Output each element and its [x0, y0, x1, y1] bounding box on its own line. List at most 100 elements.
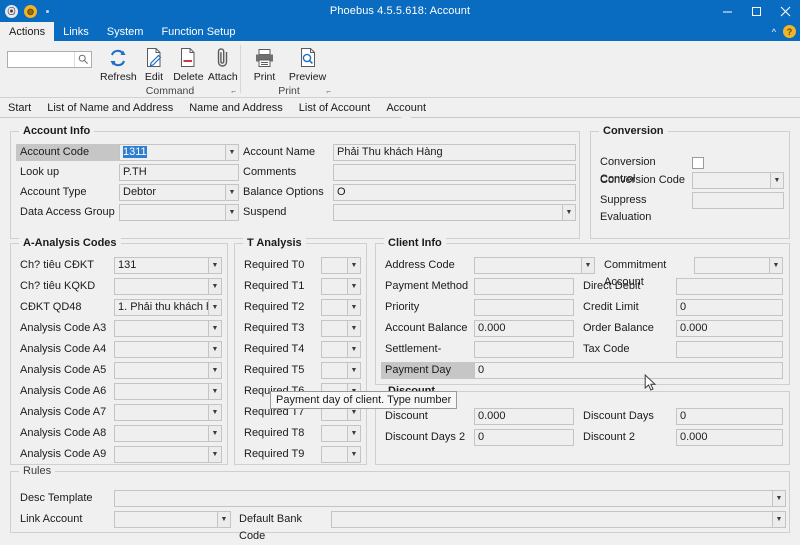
t-row-0-combo[interactable]: ▼: [321, 257, 361, 274]
balance-options-input[interactable]: O: [333, 184, 576, 201]
data-access-group-combo[interactable]: ▼: [119, 204, 239, 221]
doctab-list-of-account[interactable]: List of Account: [291, 98, 379, 118]
analysis-row-0-combo[interactable]: 131 ▼: [114, 257, 222, 274]
ribbon-tab-actions[interactable]: Actions: [0, 22, 55, 41]
analysis-row-2-value[interactable]: 1. Phải thu khách hàn: [114, 299, 208, 316]
edit-button[interactable]: Edit: [137, 43, 171, 83]
link-account-combo[interactable]: ▼: [114, 511, 231, 528]
payment-day-input[interactable]: 0: [474, 362, 783, 379]
analysis-row-7-value[interactable]: [114, 404, 208, 421]
search-icon[interactable]: [74, 52, 91, 67]
chevron-down-icon[interactable]: ▼: [347, 278, 361, 295]
commitment-account-value[interactable]: [694, 257, 769, 274]
address-code-combo[interactable]: ▼: [474, 257, 595, 274]
commitment-account-combo[interactable]: ▼: [694, 257, 783, 274]
window-controls[interactable]: [713, 0, 800, 22]
quick-access-toolbar[interactable]: ⦿ ◍: [0, 4, 49, 18]
chevron-down-icon[interactable]: ▼: [208, 278, 222, 295]
search-box[interactable]: [7, 51, 92, 68]
chevron-down-icon[interactable]: ▼: [225, 204, 239, 221]
chevron-down-icon[interactable]: ▼: [217, 511, 231, 528]
payment-method-input[interactable]: [474, 278, 574, 295]
conversion-control-checkbox[interactable]: [692, 157, 704, 169]
discount-input[interactable]: 0.000: [474, 408, 574, 425]
t-row-8-value[interactable]: [321, 425, 347, 442]
t-row-2-combo[interactable]: ▼: [321, 299, 361, 316]
comments-input[interactable]: [333, 164, 576, 181]
address-code-value[interactable]: [474, 257, 581, 274]
t-row-9-combo[interactable]: ▼: [321, 446, 361, 463]
chevron-down-icon[interactable]: ▼: [581, 257, 595, 274]
suppress-evaluation-input[interactable]: [692, 192, 784, 209]
desc-template-value[interactable]: [114, 490, 772, 507]
tag-icon[interactable]: ◍: [24, 4, 37, 18]
chevron-down-icon[interactable]: ▼: [208, 425, 222, 442]
suspend-combo[interactable]: ▼: [333, 204, 576, 221]
chevron-down-icon[interactable]: ▼: [208, 383, 222, 400]
ribbon-tab-links[interactable]: Links: [54, 22, 98, 41]
discount-2-input[interactable]: 0.000: [676, 429, 783, 446]
chevron-down-icon[interactable]: ▼: [225, 144, 239, 161]
document-tab-bar[interactable]: Start List of Name and Address Name and …: [0, 98, 800, 118]
chevron-down-icon[interactable]: ▼: [769, 257, 783, 274]
data-access-group-value[interactable]: [119, 204, 225, 221]
chevron-down-icon[interactable]: ▼: [347, 341, 361, 358]
analysis-row-9-combo[interactable]: ▼: [114, 446, 222, 463]
account-balance-input[interactable]: 0.000: [474, 320, 574, 337]
credit-limit-input[interactable]: 0: [676, 299, 783, 316]
t-row-4-value[interactable]: [321, 341, 347, 358]
link-account-value[interactable]: [114, 511, 217, 528]
analysis-row-3-value[interactable]: [114, 320, 208, 337]
ribbon-tab-function-setup[interactable]: Function Setup: [152, 22, 244, 41]
t-row-9-value[interactable]: [321, 446, 347, 463]
analysis-row-5-combo[interactable]: ▼: [114, 362, 222, 379]
chevron-down-icon[interactable]: ▼: [347, 299, 361, 316]
order-balance-input[interactable]: 0.000: [676, 320, 783, 337]
suspend-value[interactable]: [333, 204, 562, 221]
conversion-code-combo[interactable]: ▼: [692, 172, 784, 189]
ribbon-tab-bar[interactable]: Actions Links System Function Setup: [0, 22, 800, 41]
analysis-row-4-value[interactable]: [114, 341, 208, 358]
print-dialog-launcher-icon[interactable]: ⌐: [326, 87, 331, 96]
close-button[interactable]: [771, 0, 800, 22]
maximize-button[interactable]: [742, 0, 771, 22]
analysis-row-7-combo[interactable]: ▼: [114, 404, 222, 421]
analysis-row-8-value[interactable]: [114, 425, 208, 442]
t-row-1-value[interactable]: [321, 278, 347, 295]
account-name-input[interactable]: Phải Thu khách Hàng: [333, 144, 576, 161]
discount-days-2-input[interactable]: 0: [474, 429, 574, 446]
chevron-down-icon[interactable]: ▼: [208, 257, 222, 274]
chevron-down-icon[interactable]: ▼: [208, 404, 222, 421]
ribbon-right-controls[interactable]: ^ ?: [772, 22, 796, 41]
t-row-3-value[interactable]: [321, 320, 347, 337]
t-row-5-combo[interactable]: ▼: [321, 362, 361, 379]
chevron-down-icon[interactable]: ▼: [208, 320, 222, 337]
t-row-3-combo[interactable]: ▼: [321, 320, 361, 337]
chevron-down-icon[interactable]: ▼: [772, 511, 786, 528]
chevron-down-icon[interactable]: ▼: [347, 425, 361, 442]
search-input[interactable]: [8, 52, 74, 67]
t-row-8-combo[interactable]: ▼: [321, 425, 361, 442]
attach-button[interactable]: Attach: [206, 43, 240, 83]
chevron-down-icon[interactable]: ▼: [208, 446, 222, 463]
chevron-down-icon[interactable]: ▼: [347, 320, 361, 337]
refresh-button[interactable]: Refresh: [100, 43, 137, 83]
t-row-0-value[interactable]: [321, 257, 347, 274]
analysis-row-8-combo[interactable]: ▼: [114, 425, 222, 442]
analysis-row-3-combo[interactable]: ▼: [114, 320, 222, 337]
collapse-ribbon-icon[interactable]: ^: [772, 27, 776, 37]
t-row-1-combo[interactable]: ▼: [321, 278, 361, 295]
doctab-start[interactable]: Start: [0, 98, 39, 118]
chevron-down-icon[interactable]: ▼: [208, 299, 222, 316]
app-icon[interactable]: ⦿: [5, 4, 18, 18]
command-dialog-launcher-icon[interactable]: ⌐: [231, 87, 236, 96]
analysis-row-5-value[interactable]: [114, 362, 208, 379]
account-code-combo[interactable]: 1311 ▼: [119, 144, 239, 161]
quick-access-more-icon[interactable]: [46, 9, 49, 13]
ribbon-tab-system[interactable]: System: [98, 22, 153, 41]
preview-button[interactable]: Preview: [286, 43, 329, 83]
doctab-name-and-address[interactable]: Name and Address: [181, 98, 291, 118]
chevron-down-icon[interactable]: ▼: [347, 446, 361, 463]
t-row-2-value[interactable]: [321, 299, 347, 316]
priority-input[interactable]: [474, 299, 574, 316]
